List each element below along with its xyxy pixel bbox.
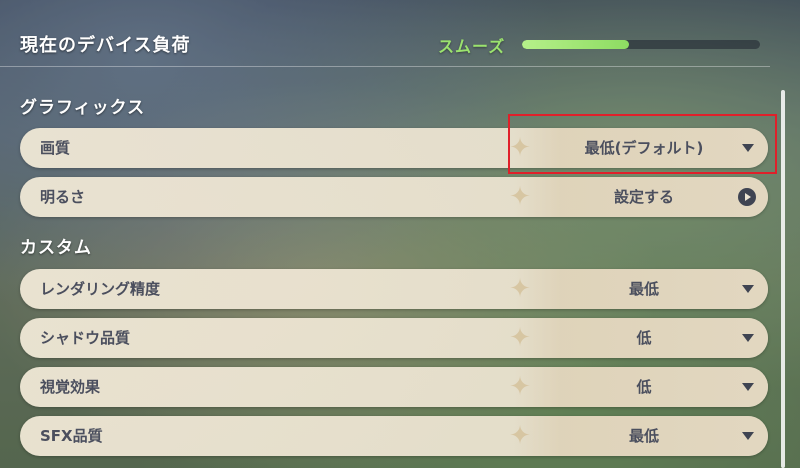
highlight-box xyxy=(508,114,777,174)
star-ornament-icon: ✦ xyxy=(509,372,531,402)
setting-row-visual-effects[interactable]: 視覚効果 ✦ 低 xyxy=(20,367,768,407)
setting-label-quality: 画質 xyxy=(40,139,71,157)
chevron-down-icon[interactable] xyxy=(742,334,754,342)
chevron-down-icon[interactable] xyxy=(742,432,754,440)
scrollbar[interactable] xyxy=(781,90,785,468)
setting-value-brightness[interactable]: 設定する xyxy=(540,177,748,217)
section-title-graphics: グラフィックス xyxy=(20,98,146,118)
star-ornament-icon: ✦ xyxy=(509,274,531,304)
settings-panel: 現在のデバイス負荷 スムーズ グラフィックス 画質 ✦ 最低(デフォルト) 明る… xyxy=(0,0,800,468)
setting-label-shadow-quality: シャドウ品質 xyxy=(40,329,131,347)
setting-row-shadow-quality[interactable]: シャドウ品質 ✦ 低 xyxy=(20,318,768,358)
device-load-bar xyxy=(522,40,760,49)
setting-label-sfx-quality: SFX品質 xyxy=(40,427,103,445)
section-title-custom: カスタム xyxy=(20,238,92,258)
setting-label-render-resolution: レンダリング精度 xyxy=(40,280,161,298)
chevron-down-icon[interactable] xyxy=(742,285,754,293)
device-load-status: スムーズ xyxy=(438,37,506,56)
device-load-title: 現在のデバイス負荷 xyxy=(20,35,191,56)
device-load-bar-fill xyxy=(522,40,630,49)
star-ornament-icon: ✦ xyxy=(509,323,531,353)
divider xyxy=(0,66,770,67)
star-ornament-icon: ✦ xyxy=(509,182,531,212)
setting-value-render-resolution[interactable]: 最低 xyxy=(540,269,748,309)
setting-value-sfx-quality[interactable]: 最低 xyxy=(540,416,748,456)
chevron-down-icon[interactable] xyxy=(742,383,754,391)
star-ornament-icon: ✦ xyxy=(509,421,531,451)
setting-row-sfx-quality[interactable]: SFX品質 ✦ 最低 xyxy=(20,416,768,456)
arrow-right-circle-icon[interactable] xyxy=(738,188,756,206)
setting-value-shadow-quality[interactable]: 低 xyxy=(540,318,748,358)
setting-value-visual-effects[interactable]: 低 xyxy=(540,367,748,407)
setting-label-brightness: 明るさ xyxy=(40,188,86,206)
setting-row-render-resolution[interactable]: レンダリング精度 ✦ 最低 xyxy=(20,269,768,309)
setting-label-visual-effects: 視覚効果 xyxy=(40,378,101,396)
setting-row-brightness[interactable]: 明るさ ✦ 設定する xyxy=(20,177,768,217)
